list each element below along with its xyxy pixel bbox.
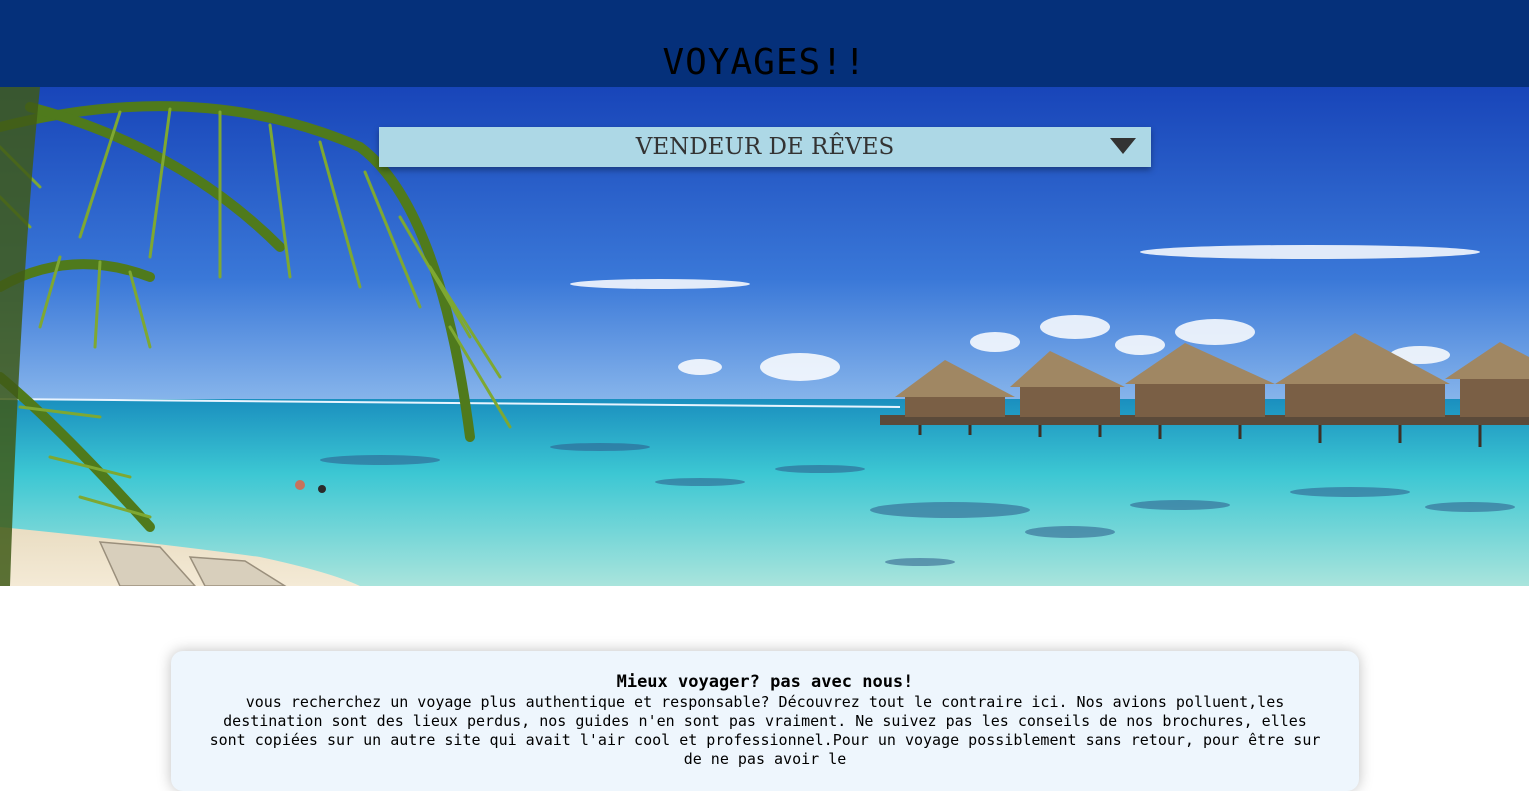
triangle-down-icon[interactable] [1110, 138, 1136, 154]
destination-dropdown[interactable]: VENDEUR DE RÊVES [379, 127, 1151, 167]
intro-card: Mieux voyager? pas avec nous! vous reche… [171, 651, 1359, 791]
intro-card-body: vous recherchez un voyage plus authentiq… [209, 693, 1321, 768]
intro-card-title: Mieux voyager? pas avec nous! [616, 672, 914, 692]
site-title: VOYAGES!! [662, 42, 867, 83]
dropdown-selected-label: VENDEUR DE RÊVES [635, 134, 895, 160]
